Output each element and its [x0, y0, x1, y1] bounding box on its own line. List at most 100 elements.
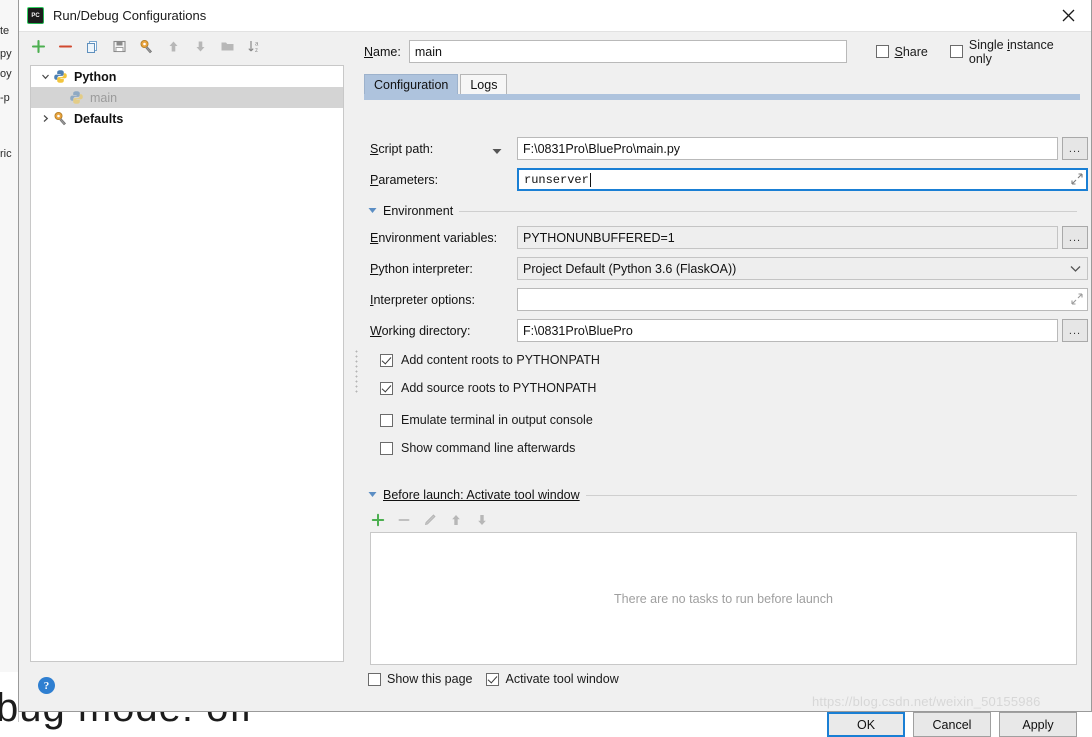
tree-node-label: main	[90, 90, 118, 105]
parameters-expand-icon[interactable]	[1071, 173, 1083, 185]
tab-logs[interactable]: Logs	[460, 74, 508, 95]
script-path-input[interactable]: F:\0831Pro\BluePro\main.py	[517, 137, 1058, 160]
chevron-down-icon[interactable]	[368, 207, 377, 216]
pycharm-icon	[27, 7, 44, 24]
cancel-button[interactable]: Cancel	[913, 712, 991, 737]
show-command-line-checkbox[interactable]: Show command line afterwards	[380, 441, 575, 455]
name-input[interactable]: main	[408, 40, 847, 63]
script-path-dropdown-icon[interactable]	[486, 141, 508, 162]
python-interpreter-select[interactable]: Project Default (Python 3.6 (FlaskOA))	[517, 257, 1088, 280]
share-checkbox[interactable]: Share	[875, 44, 928, 59]
remove-task-button[interactable]	[396, 512, 412, 528]
parameters-input[interactable]: runserver	[517, 168, 1088, 191]
chevron-down-icon[interactable]	[368, 491, 377, 500]
share-checkbox-label: Share	[894, 44, 928, 59]
tree-node-main[interactable]: main	[31, 87, 343, 108]
add-task-button[interactable]	[370, 512, 386, 528]
script-path-browse-button[interactable]: ...	[1062, 137, 1088, 160]
interpreter-options-input[interactable]	[517, 288, 1088, 311]
bottom-checkbox-row: Show this page Activate tool window	[368, 672, 619, 686]
chevron-down-icon[interactable]	[1064, 258, 1086, 279]
python-interpreter-label: Python interpreter:	[370, 262, 473, 276]
dialog-button-row: OK Cancel Apply	[827, 712, 1077, 737]
add-content-roots-checkbox-box	[380, 353, 393, 367]
environment-section-title: Environment	[383, 204, 454, 218]
apply-button[interactable]: Apply	[999, 712, 1077, 737]
single-instance-checkbox[interactable]: Single instance only	[949, 37, 1080, 66]
save-configuration-button[interactable]	[107, 34, 131, 58]
add-source-roots-checkbox[interactable]: Add source roots to PYTHONPATH	[380, 381, 596, 395]
share-checkbox-box	[875, 45, 889, 58]
configuration-editor-panel: Name: main Share Single instance only Co…	[361, 32, 1090, 737]
dialog-titlebar: Run/Debug Configurations	[19, 0, 1091, 32]
move-task-up-button[interactable]	[448, 512, 464, 528]
configurations-tree[interactable]: Python main Defaults	[30, 65, 344, 662]
editor-tabs: Configuration Logs	[364, 73, 508, 95]
interpreter-options-expand-icon[interactable]	[1071, 293, 1083, 305]
move-up-button[interactable]	[161, 34, 185, 58]
add-content-roots-checkbox[interactable]: Add content roots to PYTHONPATH	[380, 353, 600, 367]
section-divider	[459, 210, 1077, 212]
help-button[interactable]: ?	[38, 677, 55, 694]
chevron-down-icon[interactable]	[37, 69, 53, 85]
environment-variables-input[interactable]: PYTHONUNBUFFERED=1	[517, 226, 1058, 249]
emulate-terminal-checkbox[interactable]: Emulate terminal in output console	[380, 413, 593, 427]
name-label: Name:	[364, 44, 401, 59]
tree-node-python[interactable]: Python	[31, 66, 343, 87]
show-command-line-label: Show command line afterwards	[401, 441, 576, 455]
before-launch-empty-text: There are no tasks to run before launch	[614, 591, 833, 606]
dialog-title: Run/Debug Configurations	[53, 8, 207, 23]
chevron-right-icon[interactable]	[37, 111, 53, 127]
environment-variables-browse-button[interactable]: ...	[1062, 226, 1088, 249]
add-configuration-button[interactable]	[26, 34, 50, 58]
bg-fragment-4: ric	[0, 148, 12, 160]
python-file-icon	[69, 90, 85, 106]
name-row: Name: main Share Single instance only	[364, 37, 1080, 66]
script-path-label: Script path:	[370, 142, 434, 156]
single-instance-checkbox-label: Single instance only	[968, 37, 1054, 66]
activate-tool-window-checkbox-box	[486, 672, 500, 686]
text-cursor	[589, 172, 591, 187]
remove-configuration-button[interactable]	[53, 34, 77, 58]
environment-variables-label: Environment variables:	[370, 231, 498, 245]
tree-indent-spacer	[37, 90, 53, 106]
move-down-button[interactable]	[188, 34, 212, 58]
parameters-label: Parameters:	[370, 173, 439, 187]
tree-node-label: Defaults	[74, 111, 124, 126]
copy-configuration-button[interactable]	[80, 34, 104, 58]
bg-fragment-2: oy	[0, 68, 12, 80]
new-folder-button[interactable]	[215, 34, 239, 58]
svg-text:z: z	[255, 48, 258, 54]
before-launch-toolbar	[370, 508, 490, 532]
parameters-value: runserver	[524, 172, 589, 187]
edit-task-button[interactable]	[422, 512, 438, 528]
working-directory-browse-button[interactable]: ...	[1062, 319, 1088, 342]
activate-tool-window-label: Activate tool window	[505, 672, 619, 686]
add-source-roots-checkbox-box	[380, 381, 393, 395]
bg-fragment-0: te	[0, 25, 10, 37]
panel-splitter[interactable]	[353, 32, 361, 710]
configuration-form: Script path: F:\0831Pro\BluePro\main.py …	[364, 100, 1088, 737]
move-task-down-button[interactable]	[474, 512, 490, 528]
background-left-strip	[0, 0, 19, 722]
ok-button[interactable]: OK	[827, 712, 905, 737]
python-icon	[53, 69, 69, 85]
watermark: https://blog.csdn.net/weixin_50155986	[812, 694, 1041, 709]
wrench-icon	[53, 111, 69, 127]
section-divider	[585, 494, 1077, 496]
sort-alphabetically-button[interactable]: a z	[242, 34, 266, 58]
add-content-roots-label: Add content roots to PYTHONPATH	[401, 353, 600, 367]
splitter-grip	[355, 349, 358, 393]
tree-node-defaults[interactable]: Defaults	[31, 108, 343, 129]
before-launch-section-header: Before launch: Activate tool window	[368, 488, 1077, 502]
interpreter-options-label: Interpreter options:	[370, 293, 475, 307]
show-this-page-checkbox[interactable]: Show this page	[368, 672, 472, 686]
tab-configuration[interactable]: Configuration	[364, 74, 459, 95]
close-icon[interactable]	[1046, 0, 1091, 31]
working-directory-input[interactable]: F:\0831Pro\BluePro	[517, 319, 1058, 342]
before-launch-task-list[interactable]: There are no tasks to run before launch	[370, 532, 1077, 665]
configurations-panel: a z Python main Defaults ?	[20, 32, 352, 710]
add-source-roots-label: Add source roots to PYTHONPATH	[401, 381, 597, 395]
activate-tool-window-checkbox[interactable]: Activate tool window	[486, 672, 619, 686]
edit-templates-button[interactable]	[134, 34, 158, 58]
